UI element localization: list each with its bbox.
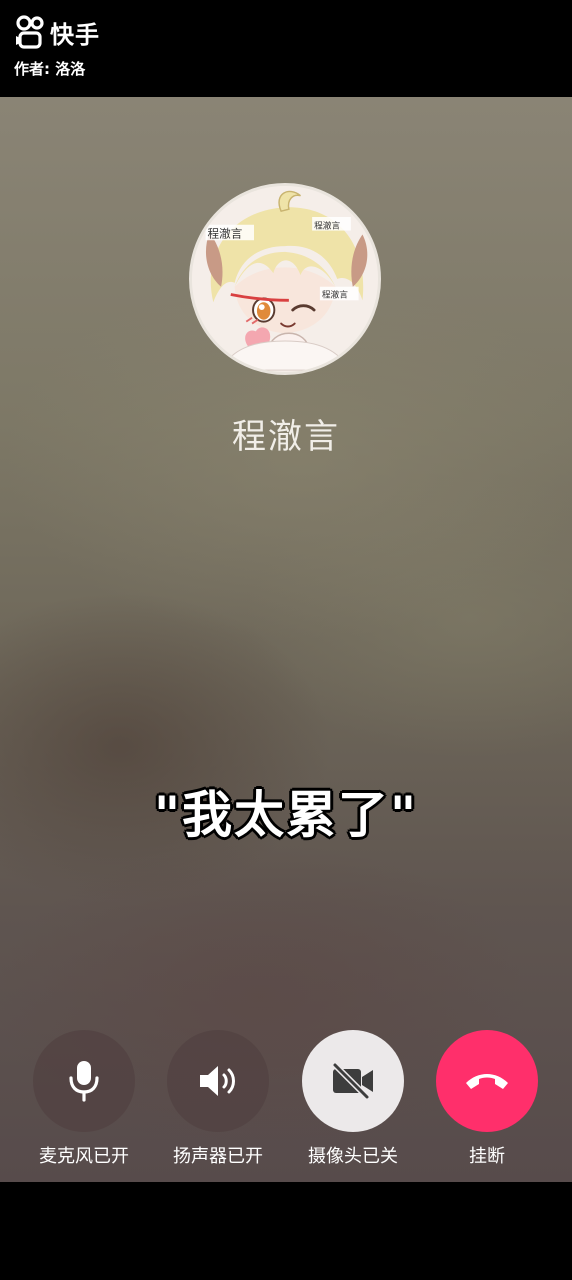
avatar-tag-2: 程澈言 xyxy=(314,220,340,232)
avatar-illustration: 程澈言 程澈言 程澈言 xyxy=(192,186,378,372)
microphone-label: 麦克风已开 xyxy=(39,1146,129,1167)
microphone-button[interactable]: 麦克风已开 xyxy=(17,1030,151,1168)
app-logo: 快手 xyxy=(14,14,100,50)
call-controls: 麦克风已开 扬声器已开 摄像头已关 挂断 xyxy=(0,1030,572,1170)
caller-name: 程澈言 xyxy=(232,417,340,457)
avatar-tag-3: 程澈言 xyxy=(322,288,348,300)
kuaishou-logo-icon xyxy=(16,15,44,49)
avatar: 程澈言 程澈言 程澈言 xyxy=(189,183,381,375)
speaker-button[interactable]: 扬声器已开 xyxy=(151,1030,285,1168)
camera-label: 摄像头已关 xyxy=(308,1146,398,1167)
speaker-icon xyxy=(200,1066,235,1096)
hang-up-button[interactable]: 挂断 xyxy=(420,1030,554,1168)
bottom-bar xyxy=(0,1182,572,1280)
hang-up-icon xyxy=(466,1074,508,1089)
microphone-button-circle[interactable] xyxy=(33,1030,135,1132)
hang-up-button-circle[interactable] xyxy=(436,1030,538,1132)
camera-button[interactable]: 摄像头已关 xyxy=(286,1030,420,1168)
microphone-icon xyxy=(69,1061,99,1102)
hang-up-label: 挂断 xyxy=(469,1146,505,1167)
speaker-label: 扬声器已开 xyxy=(173,1146,263,1167)
camera-off-icon xyxy=(332,1062,373,1100)
call-screen: 程澈言 程澈言 程澈言 程澈言 "我太累了" 麦克风已开 扬声器已开 摄像头已关… xyxy=(0,97,572,1182)
camera-button-circle[interactable] xyxy=(302,1030,404,1132)
speaker-button-circle[interactable] xyxy=(167,1030,269,1132)
avatar-tag-1: 程澈言 xyxy=(208,226,243,240)
app-name: 快手 xyxy=(50,20,100,49)
top-bar: 快手 作者: 洛洛 xyxy=(0,0,572,97)
author-label: 作者: 洛洛 xyxy=(14,60,86,78)
subtitle-caption: "我太累了" xyxy=(153,786,419,844)
